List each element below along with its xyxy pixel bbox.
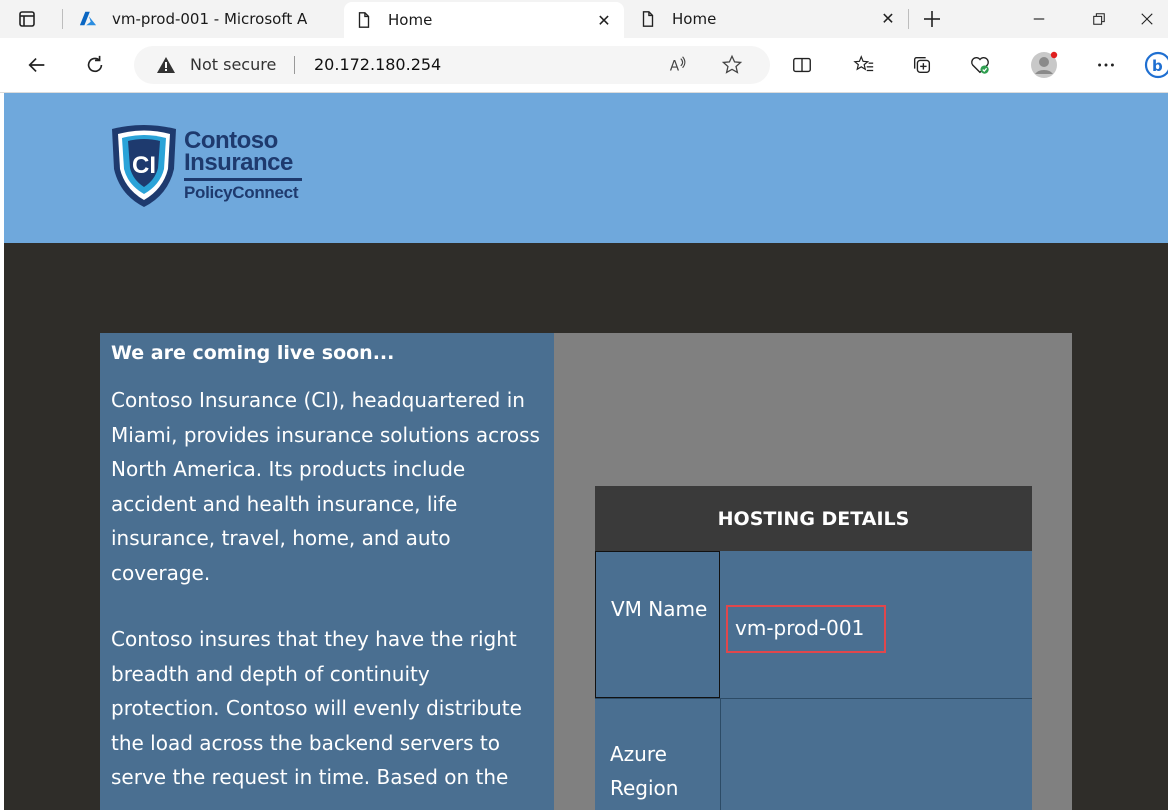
intro-heading: We are coming live soon... [111, 342, 395, 364]
shield-logo-icon: CI [112, 125, 176, 207]
close-tab-icon[interactable]: ✕ [878, 8, 898, 28]
warning-triangle-icon[interactable] [156, 55, 176, 75]
logo-text-policyconnect: PolicyConnect [184, 183, 299, 202]
intro-paragraph: Contoso insures that they have the right… [111, 627, 522, 789]
site-header: CI Contoso Insurance PolicyConnect [4, 93, 1168, 243]
azure-region-label: Azure Region [595, 698, 720, 810]
address-bar[interactable]: Not secure 20.172.180.254 A [134, 46, 770, 84]
restore-icon[interactable] [1086, 6, 1112, 32]
vm-name-cell: vm-prod-001 [720, 551, 1032, 698]
close-tab-icon[interactable]: ✕ [594, 10, 614, 30]
vm-name-label: VM Name [595, 551, 720, 698]
table-row: Azure Region [595, 698, 1032, 810]
azure-region-cell [720, 698, 1032, 810]
svg-text:b: b [1152, 57, 1163, 75]
copilot-icon[interactable]: b [1140, 49, 1168, 81]
split-screen-icon[interactable] [786, 49, 818, 81]
tab-title: Home [672, 10, 717, 28]
address-divider [294, 56, 295, 74]
hosting-details-table: HOSTING DETAILS VM Name vm-prod-001 Azur… [595, 486, 1032, 810]
profile-avatar-icon[interactable] [1028, 49, 1060, 81]
not-secure-label[interactable]: Not secure [190, 55, 276, 74]
hosting-details-title: HOSTING DETAILS [595, 486, 1032, 551]
intro-column: We are coming live soon... Contoso Insur… [100, 333, 554, 810]
intro-paragraph: Contoso Insurance (CI), headquartered in… [111, 388, 540, 585]
content-panel: We are coming live soon... Contoso Insur… [100, 333, 1072, 810]
tab-bar: vm-prod-001 - Microsoft A Home ✕ Home ✕ [0, 0, 1168, 38]
collections-icon[interactable] [906, 49, 938, 81]
minimize-icon[interactable] [1026, 6, 1052, 32]
svg-text:A: A [670, 59, 680, 75]
tab-title: Home [388, 11, 433, 29]
close-window-icon[interactable] [1134, 6, 1160, 32]
tab-title: vm-prod-001 - Microsoft A [112, 10, 308, 28]
tab-azure-portal[interactable]: vm-prod-001 - Microsoft A [68, 0, 342, 38]
tab-home[interactable]: Home ✕ [628, 0, 908, 38]
tab-home-active[interactable]: Home ✕ [344, 2, 624, 38]
page-icon [354, 10, 374, 30]
logo-underline [184, 178, 302, 181]
contoso-logo[interactable]: CI Contoso Insurance PolicyConnect [104, 123, 314, 213]
web-page: CI Contoso Insurance PolicyConnect We ar… [4, 93, 1168, 810]
tab-separator [908, 9, 909, 29]
page-icon [638, 9, 658, 29]
refresh-icon[interactable] [80, 50, 110, 80]
svg-text:CI: CI [132, 152, 156, 179]
read-aloud-icon[interactable]: A [666, 53, 690, 77]
favorite-star-icon[interactable] [720, 53, 744, 77]
url-text[interactable]: 20.172.180.254 [314, 55, 441, 74]
more-options-icon[interactable] [1090, 49, 1122, 81]
new-tab-icon[interactable] [918, 5, 946, 33]
azure-logo-icon [78, 9, 98, 29]
tab-actions-menu-icon[interactable] [14, 7, 40, 31]
tab-separator [62, 9, 63, 29]
vm-name-value: vm-prod-001 [726, 605, 886, 653]
browser-essentials-icon[interactable] [964, 49, 996, 81]
favorites-list-icon[interactable] [848, 49, 880, 81]
logo-text-insurance: Insurance [184, 149, 293, 176]
back-arrow-icon[interactable] [22, 50, 52, 80]
table-row: VM Name vm-prod-001 [595, 551, 1032, 698]
address-toolbar: Not secure 20.172.180.254 A b [0, 38, 1168, 93]
